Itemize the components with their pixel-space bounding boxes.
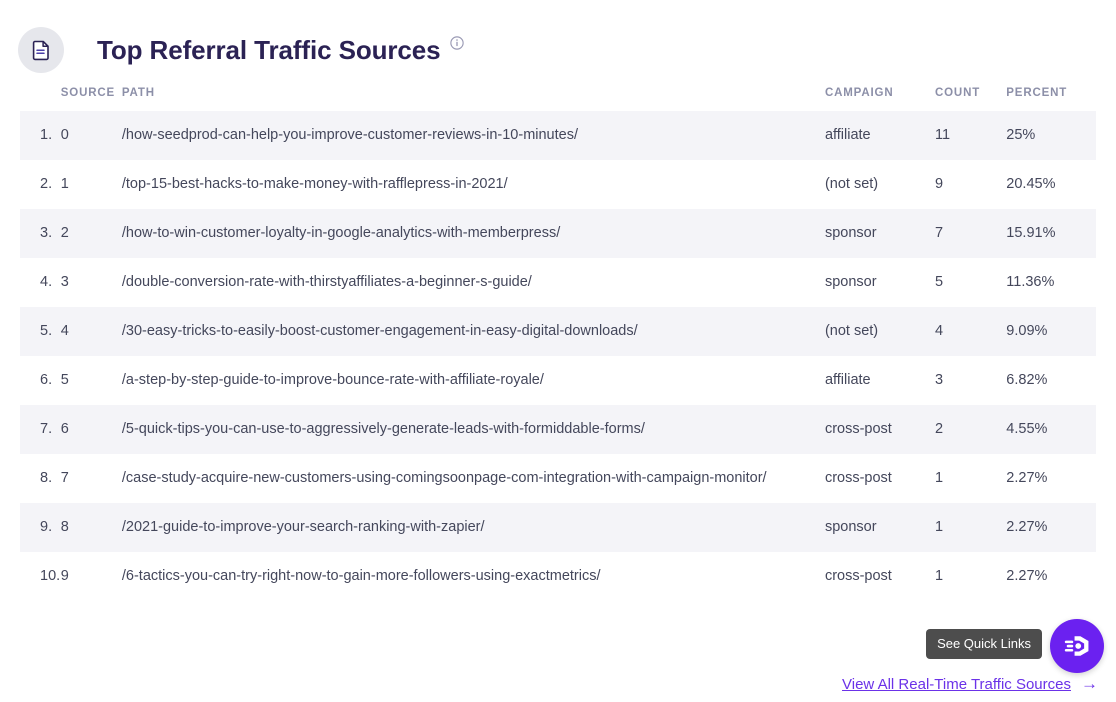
row-count: 9 [935, 160, 1006, 209]
table-header: SOURCE PATH CAMPAIGN COUNT PERCENT [20, 78, 1096, 111]
table-row: 6. 5 /a-step-by-step-guide-to-improve-bo… [20, 356, 1096, 405]
row-index: 2. [20, 160, 61, 209]
row-campaign: cross-post [825, 454, 935, 503]
row-index: 7. [20, 405, 61, 454]
row-path: /case-study-acquire-new-customers-using-… [122, 454, 825, 503]
row-percent: 4.55% [1006, 405, 1096, 454]
row-path: /6-tactics-you-can-try-right-now-to-gain… [122, 552, 825, 601]
row-count: 1 [935, 503, 1006, 552]
row-percent: 2.27% [1006, 454, 1096, 503]
row-path: /top-15-best-hacks-to-make-money-with-ra… [122, 160, 825, 209]
row-index: 3. [20, 209, 61, 258]
row-campaign: sponsor [825, 258, 935, 307]
row-index: 6. [20, 356, 61, 405]
table-row: 9. 8 /2021-guide-to-improve-your-search-… [20, 503, 1096, 552]
row-path: /2021-guide-to-improve-your-search-ranki… [122, 503, 825, 552]
column-header-count: COUNT [935, 78, 1006, 111]
row-source: 4 [61, 307, 122, 356]
row-path: /double-conversion-rate-with-thirstyaffi… [122, 258, 825, 307]
traffic-sources-table-container: SOURCE PATH CAMPAIGN COUNT PERCENT 1. 0 … [0, 78, 1116, 601]
row-path: /30-easy-tricks-to-easily-boost-customer… [122, 307, 825, 356]
row-index: 9. [20, 503, 61, 552]
row-percent: 11.36% [1006, 258, 1096, 307]
row-count: 1 [935, 454, 1006, 503]
table-row: 2. 1 /top-15-best-hacks-to-make-money-wi… [20, 160, 1096, 209]
row-percent: 9.09% [1006, 307, 1096, 356]
row-count: 11 [935, 111, 1006, 160]
table-row: 5. 4 /30-easy-tricks-to-easily-boost-cus… [20, 307, 1096, 356]
row-campaign: cross-post [825, 552, 935, 601]
row-count: 4 [935, 307, 1006, 356]
row-path: /how-seedprod-can-help-you-improve-custo… [122, 111, 825, 160]
column-header-percent: PERCENT [1006, 78, 1096, 111]
row-campaign: (not set) [825, 307, 935, 356]
column-header-spacer [20, 78, 61, 111]
table-row: 1. 0 /how-seedprod-can-help-you-improve-… [20, 111, 1096, 160]
row-campaign: sponsor [825, 503, 935, 552]
row-percent: 2.27% [1006, 552, 1096, 601]
row-campaign: sponsor [825, 209, 935, 258]
table-row: 7. 6 /5-quick-tips-you-can-use-to-aggres… [20, 405, 1096, 454]
row-count: 2 [935, 405, 1006, 454]
row-index: 1. [20, 111, 61, 160]
row-path: /a-step-by-step-guide-to-improve-bounce-… [122, 356, 825, 405]
row-source: 7 [61, 454, 122, 503]
table-row: 4. 3 /double-conversion-rate-with-thirst… [20, 258, 1096, 307]
quick-links-button[interactable] [1050, 619, 1104, 673]
card-header: Top Referral Traffic Sources [0, 0, 1116, 78]
table-header-row: SOURCE PATH CAMPAIGN COUNT PERCENT [20, 78, 1096, 111]
row-index: 4. [20, 258, 61, 307]
row-source: 0 [61, 111, 122, 160]
row-source: 1 [61, 160, 122, 209]
row-source: 8 [61, 503, 122, 552]
traffic-sources-table: SOURCE PATH CAMPAIGN COUNT PERCENT 1. 0 … [20, 78, 1096, 601]
row-path: /5-quick-tips-you-can-use-to-aggressivel… [122, 405, 825, 454]
row-index: 5. [20, 307, 61, 356]
row-percent: 25% [1006, 111, 1096, 160]
row-count: 3 [935, 356, 1006, 405]
table-row: 10. 9 /6-tactics-you-can-try-right-now-t… [20, 552, 1096, 601]
row-source: 3 [61, 258, 122, 307]
arrow-right-icon: → [1081, 675, 1098, 694]
row-index: 8. [20, 454, 61, 503]
row-count: 1 [935, 552, 1006, 601]
column-header-source: SOURCE [61, 78, 122, 111]
row-campaign: cross-post [825, 405, 935, 454]
table-body: 1. 0 /how-seedprod-can-help-you-improve-… [20, 111, 1096, 601]
row-percent: 6.82% [1006, 356, 1096, 405]
row-campaign: affiliate [825, 356, 935, 405]
row-source: 6 [61, 405, 122, 454]
table-row: 8. 7 /case-study-acquire-new-customers-u… [20, 454, 1096, 503]
top-referral-traffic-sources-widget: Top Referral Traffic Sources SOURCE [0, 0, 1116, 702]
info-icon[interactable] [450, 36, 464, 50]
quick-links-tooltip: See Quick Links [926, 629, 1042, 659]
monsterinsights-logo-icon [1062, 631, 1092, 661]
row-percent: 2.27% [1006, 503, 1096, 552]
row-campaign: affiliate [825, 111, 935, 160]
row-campaign: (not set) [825, 160, 935, 209]
page-title: Top Referral Traffic Sources [97, 35, 441, 65]
row-count: 5 [935, 258, 1006, 307]
view-all-traffic-sources-link[interactable]: View All Real-Time Traffic Sources [842, 676, 1071, 693]
document-icon [31, 39, 51, 61]
row-percent: 15.91% [1006, 209, 1096, 258]
row-source: 5 [61, 356, 122, 405]
row-source: 2 [61, 209, 122, 258]
card-footer: View All Real-Time Traffic Sources → [842, 675, 1098, 694]
row-source: 9 [61, 552, 122, 601]
column-header-path: PATH [122, 78, 825, 111]
header-icon-container [18, 27, 64, 73]
table-row: 3. 2 /how-to-win-customer-loyalty-in-goo… [20, 209, 1096, 258]
column-header-campaign: CAMPAIGN [825, 78, 935, 111]
row-count: 7 [935, 209, 1006, 258]
row-index: 10. [20, 552, 61, 601]
row-percent: 20.45% [1006, 160, 1096, 209]
header-title-wrap: Top Referral Traffic Sources [97, 35, 464, 65]
row-path: /how-to-win-customer-loyalty-in-google-a… [122, 209, 825, 258]
